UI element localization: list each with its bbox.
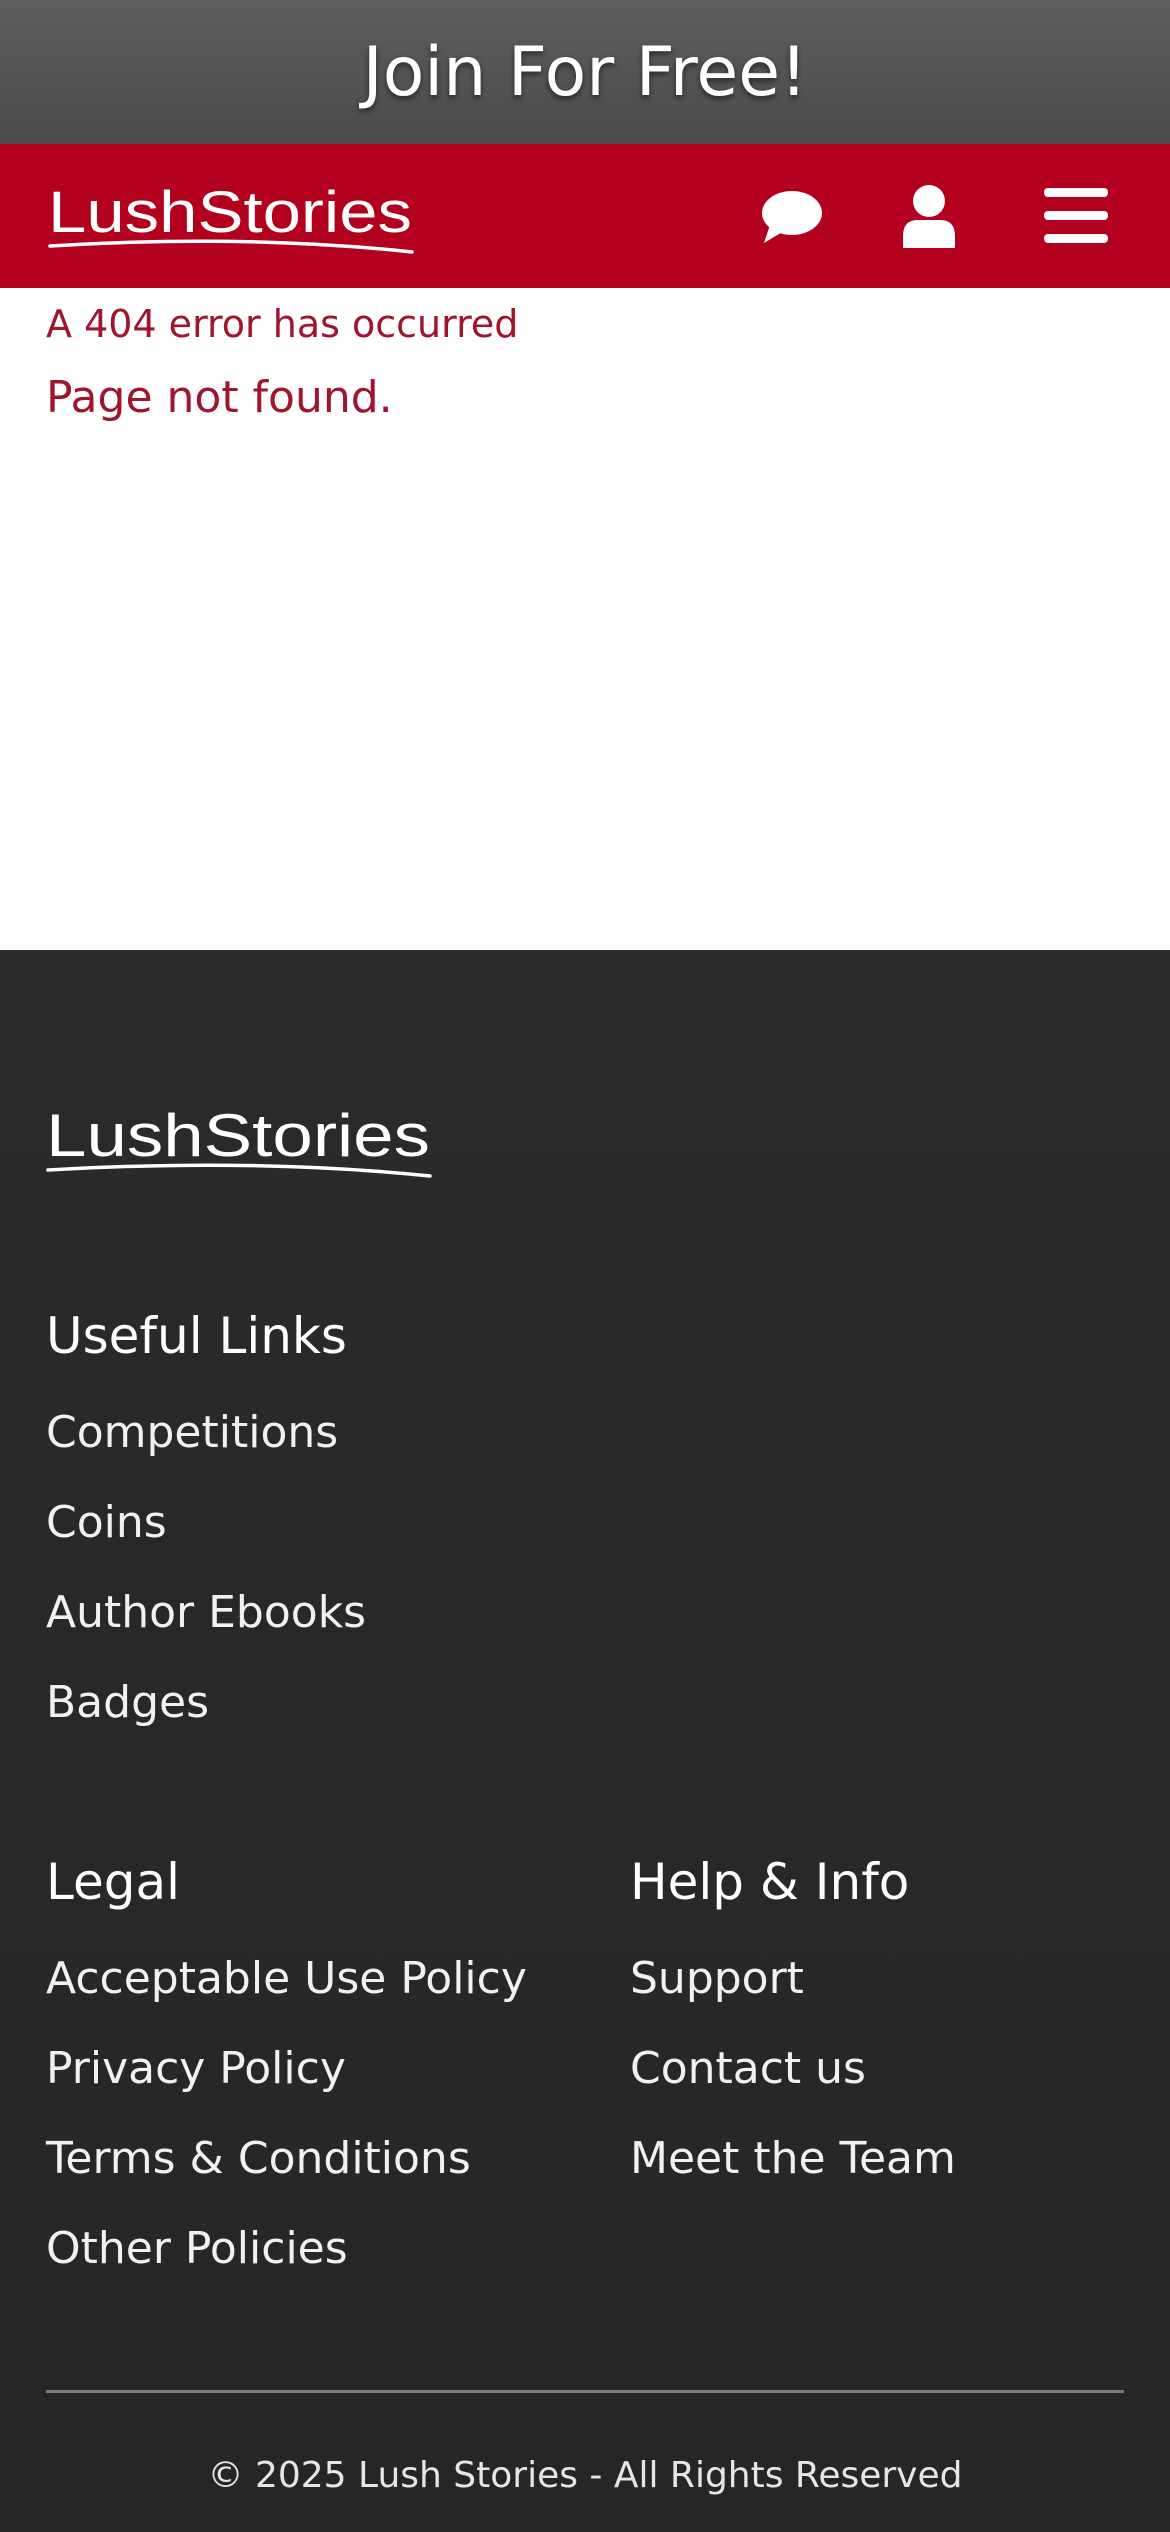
footer-link-other-policies[interactable]: Other Policies [46,2204,527,2294]
legal-section: Legal Acceptable Use Policy Privacy Poli… [46,1850,527,2294]
join-free-banner[interactable]: Join For Free! [0,0,1170,144]
user-icon[interactable] [893,180,965,252]
error-code-text: A 404 error has occurred [46,302,519,346]
footer-link-terms[interactable]: Terms & Conditions [46,2114,527,2204]
footer-link-support[interactable]: Support [630,1934,956,2024]
logo-wordmark: LushStories [48,180,412,245]
footer-link-acceptable-use[interactable]: Acceptable Use Policy [46,1934,527,2024]
footer-logo[interactable]: LushStories [44,1100,434,1182]
error-content: A 404 error has occurred Page not found. [0,288,1170,950]
join-free-label[interactable]: Join For Free! [363,33,808,112]
footer-link-competitions[interactable]: Competitions [46,1388,366,1478]
hamburger-menu-icon[interactable] [1040,180,1112,252]
site-footer: LushStories Useful Links Competitions Co… [0,950,1170,2532]
top-navbar: LushStories [0,144,1170,288]
help-info-heading: Help & Info [630,1853,910,1911]
footer-link-author-ebooks[interactable]: Author Ebooks [46,1568,366,1658]
copyright-text: © 2025 Lush Stories - All Rights Reserve… [207,2455,963,2496]
footer-link-meet-the-team[interactable]: Meet the Team [630,2114,956,2204]
lushstories-logo[interactable]: LushStories [46,178,416,258]
footer-link-privacy-policy[interactable]: Privacy Policy [46,2024,527,2114]
footer-link-contact-us[interactable]: Contact us [630,2024,956,2114]
footer-divider [46,2390,1124,2393]
chat-icon[interactable] [756,180,828,252]
useful-links-heading: Useful Links [46,1307,347,1365]
legal-heading: Legal [46,1853,181,1911]
page-not-found-message: Page not found. [46,372,393,423]
footer-link-coins[interactable]: Coins [46,1478,366,1568]
help-info-section: Help & Info Support Contact us Meet the … [630,1850,956,2204]
useful-links-section: Useful Links Competitions Coins Author E… [46,1304,366,1748]
footer-link-badges[interactable]: Badges [46,1658,366,1748]
footer-logo-wordmark: LushStories [46,1102,430,1169]
